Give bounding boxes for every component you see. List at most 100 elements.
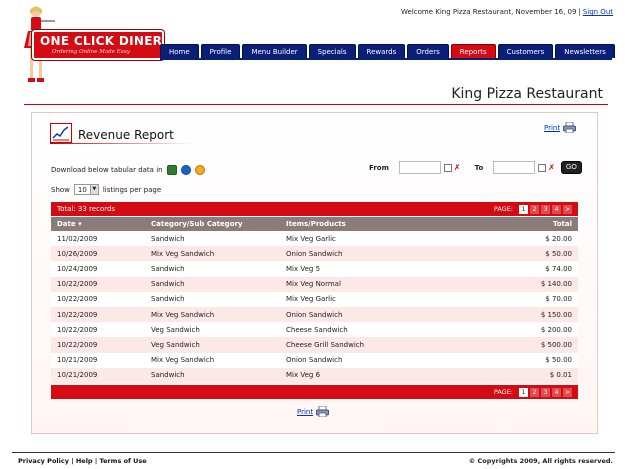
cell-item: Cheese Grill Sandwich (280, 337, 482, 353)
tab-home[interactable]: Home (160, 44, 199, 58)
welcome-bar: Welcome King Pizza Restaurant, November … (401, 8, 613, 16)
cell-item: Onion Sandwich (280, 352, 482, 368)
cell-category: Mix Veg Sandwich (145, 352, 280, 368)
page-title: Revenue Report (78, 128, 174, 142)
copyright: © Copyrights 2009, All rights reserved. (468, 457, 613, 465)
sign-out-link[interactable]: Sign Out (583, 8, 613, 16)
pager: PAGE: 1 2 3 4 > (493, 204, 572, 214)
table-row: 11/02/2009 Sandwich Mix Veg Garlic $ 20.00 (51, 231, 578, 247)
cell-date: 10/22/2009 (51, 276, 145, 292)
cell-category: Mix Veg Sandwich (145, 306, 280, 323)
printer-icon[interactable] (563, 122, 577, 133)
tab-profile[interactable]: Profile (200, 44, 241, 58)
from-label: From (369, 163, 389, 172)
column-header-date[interactable]: Date ▾ (51, 217, 145, 231)
page-link[interactable]: 4 (552, 387, 561, 397)
page-link[interactable]: 2 (530, 204, 539, 214)
tab-newsletters[interactable]: Newsletters (555, 44, 615, 58)
per-page-control: Show 10 ▼ listings per page (51, 184, 161, 195)
table-row: 10/22/2009 Sandwich Mix Veg Normal $ 140.00 (51, 276, 578, 292)
cell-total: $ 0.01 (481, 367, 578, 383)
page-link[interactable]: 1 (519, 204, 528, 214)
cell-category: Sandwich (145, 276, 280, 292)
cell-item: Onion Sandwich (280, 246, 482, 262)
cell-category: Sandwich (145, 291, 280, 307)
tab-customers[interactable]: Customers (497, 44, 554, 58)
page-link[interactable]: 2 (530, 387, 539, 397)
tab-specials[interactable]: Specials (308, 44, 356, 58)
clear-icon[interactable]: ✗ (548, 163, 555, 172)
tab-menu-builder[interactable]: Menu Builder (242, 44, 307, 58)
column-header-total: Total (481, 217, 578, 231)
calendar-icon[interactable] (538, 163, 547, 172)
cell-total: $ 140.00 (481, 276, 578, 292)
table-row: 10/22/2009 Mix Veg Sandwich Onion Sandwich… (51, 306, 578, 323)
download-options: Download below tabular data in (51, 165, 205, 175)
cell-item: Mix Veg 6 (280, 367, 482, 383)
cell-total: $ 150.00 (481, 306, 578, 323)
page-link[interactable]: 3 (541, 204, 550, 214)
print-button-top[interactable]: Print (544, 122, 577, 133)
page-label: PAGE: (493, 205, 513, 213)
cell-category: Veg Sandwich (145, 337, 280, 353)
cell-date: 10/22/2009 (51, 291, 145, 307)
table-row: 10/22/2009 Sandwich Mix Veg Garlic $ 70.00 (51, 291, 578, 307)
cell-date: 10/21/2009 (51, 367, 145, 383)
cell-date: 10/22/2009 (51, 337, 145, 353)
download-label: Download below tabular data in (51, 166, 163, 174)
cell-category: Sandwich (145, 367, 280, 383)
revenue-report-panel: Revenue Report Print Download below tabu… (31, 112, 598, 434)
printer-icon[interactable] (316, 406, 330, 417)
cell-total: $ 70.00 (481, 291, 578, 307)
chart-icon (50, 123, 72, 143)
csv-icon[interactable] (180, 165, 191, 175)
logo-title: ONE CLICK DINER (40, 34, 163, 48)
to-label: To (474, 163, 484, 172)
print-button-bottom[interactable]: Print (297, 406, 330, 417)
terms-link[interactable]: Terms of Use (100, 457, 147, 465)
pagination-bar-bottom: PAGE: 1 2 3 4 > (51, 385, 578, 399)
per-page-select[interactable]: 10 ▼ (73, 184, 99, 195)
cell-item: Cheese Sandwich (280, 322, 482, 338)
cell-category: Veg Sandwich (145, 322, 280, 338)
table-row: 10/21/2009 Sandwich Mix Veg 6 $ 0.01 (51, 367, 578, 383)
print-label[interactable]: Print (297, 408, 313, 416)
pagination-bar-top: Total: 33 records PAGE: 1 2 3 4 > (51, 202, 578, 216)
tab-rewards[interactable]: Rewards (357, 44, 406, 58)
logo-tagline: Ordering Online Made Easy (52, 49, 130, 55)
to-date-input[interactable] (493, 161, 536, 174)
pager: PAGE: 1 2 3 4 > (493, 387, 572, 397)
date-range-filter: From ✗ To ✗ GO (369, 161, 582, 174)
page-label: PAGE: (493, 388, 513, 396)
logo-badge: ONE CLICK DINER Ordering Online Made Eas… (32, 30, 164, 60)
column-header-items: Items/Products (280, 217, 482, 231)
next-page-link[interactable]: > (563, 204, 572, 214)
page-link[interactable]: 1 (519, 387, 528, 397)
tab-orders[interactable]: Orders (407, 44, 449, 58)
help-link[interactable]: Help (76, 457, 93, 465)
logo[interactable]: ONE CLICK DINER Ordering Online Made Eas… (18, 2, 164, 97)
main-nav: Home Profile Menu Builder Specials Rewar… (160, 44, 615, 58)
excel-icon[interactable] (166, 165, 177, 175)
table-row: 10/26/2009 Mix Veg Sandwich Onion Sandwich… (51, 246, 578, 262)
table-row: 10/21/2009 Mix Veg Sandwich Onion Sandwich… (51, 352, 578, 368)
table-row: 10/22/2009 Veg Sandwich Cheese Grill Sandw… (51, 337, 578, 353)
nav-underline (160, 58, 612, 60)
tab-reports[interactable]: Reports (450, 44, 496, 58)
cell-total: $ 20.00 (481, 231, 578, 247)
privacy-policy-link[interactable]: Privacy Policy (18, 457, 69, 465)
next-page-link[interactable]: > (563, 387, 572, 397)
calendar-icon[interactable] (443, 163, 452, 172)
print-label[interactable]: Print (544, 124, 560, 132)
header-divider (24, 104, 608, 105)
clear-icon[interactable]: ✗ (454, 163, 461, 172)
title-underline (50, 143, 195, 144)
go-button[interactable]: GO (560, 161, 582, 174)
cell-date: 10/22/2009 (51, 306, 145, 323)
page-link[interactable]: 4 (552, 204, 561, 214)
from-date-input[interactable] (398, 161, 441, 174)
xml-icon[interactable] (194, 165, 205, 175)
table-row: 10/22/2009 Veg Sandwich Cheese Sandwich $ 2… (51, 322, 578, 338)
page-link[interactable]: 3 (541, 387, 550, 397)
cell-total: $ 200.00 (481, 322, 578, 338)
